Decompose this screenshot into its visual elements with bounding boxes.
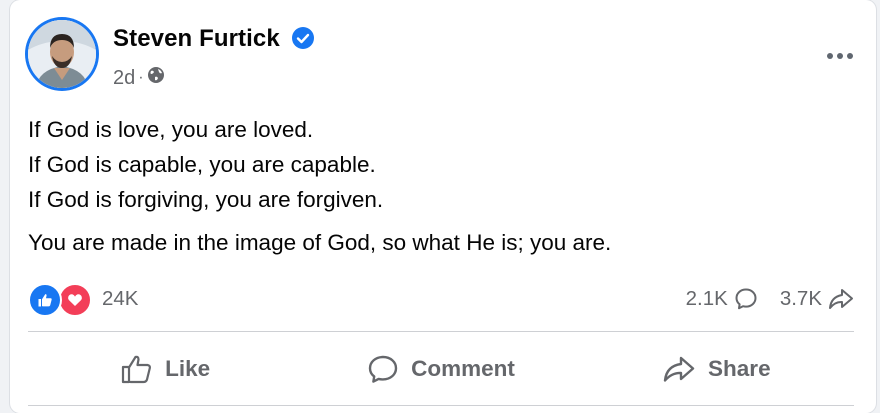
post-header: Steven Furtick 2d · xyxy=(28,20,858,90)
engagement-stats: 2.1K 3.7K xyxy=(686,283,854,315)
share-count[interactable]: 3.7K xyxy=(780,287,854,311)
post-text-line-1: If God is love, you are loved. xyxy=(28,117,314,142)
author-name[interactable]: Steven Furtick xyxy=(113,25,280,52)
like-reaction-icon xyxy=(28,283,62,317)
post-meta: 2d · xyxy=(113,66,165,90)
share-icon xyxy=(663,356,695,382)
post-text: If God is love, you are loved. If God is… xyxy=(28,112,852,260)
like-icon xyxy=(122,355,152,384)
share-label: Share xyxy=(708,356,771,381)
comment-count-value: 2.1K xyxy=(685,287,728,310)
reaction-count: 24K xyxy=(102,287,139,310)
actions-divider-top xyxy=(28,331,854,332)
comment-icon xyxy=(368,355,398,383)
more-options-icon[interactable] xyxy=(822,48,858,64)
reactions-summary[interactable]: 24K xyxy=(28,283,139,317)
like-label: Like xyxy=(165,356,211,381)
comment-count[interactable]: 2.1K xyxy=(686,287,758,311)
share-count-value: 3.7K xyxy=(779,287,822,310)
comment-count-icon xyxy=(735,288,757,310)
comment-button[interactable]: Comment xyxy=(303,338,578,400)
share-button[interactable]: Share xyxy=(579,338,854,400)
post-text-line-3: If God is forgiving, you are forgiven. xyxy=(28,187,384,212)
author-line: Steven Furtick xyxy=(113,25,315,54)
meta-separator: · xyxy=(138,69,144,86)
comment-label: Comment xyxy=(411,356,515,381)
post-timestamp[interactable]: 2d xyxy=(113,67,135,90)
share-count-icon xyxy=(829,289,853,309)
actions-divider-bottom xyxy=(28,405,854,406)
post-card: Steven Furtick 2d · If God is love, you … xyxy=(10,0,876,413)
post-text-line-2: If God is capable, you are capable. xyxy=(28,152,376,177)
reaction-icons xyxy=(28,283,94,317)
author-avatar[interactable] xyxy=(28,20,96,88)
globe-icon[interactable] xyxy=(147,66,165,90)
post-text-paragraph-2: You are made in the image of God, so wha… xyxy=(28,230,612,255)
action-bar: Like Comment Share xyxy=(28,338,854,400)
like-button[interactable]: Like xyxy=(28,338,303,400)
verified-badge-icon xyxy=(292,27,315,54)
love-reaction-icon xyxy=(58,283,92,317)
